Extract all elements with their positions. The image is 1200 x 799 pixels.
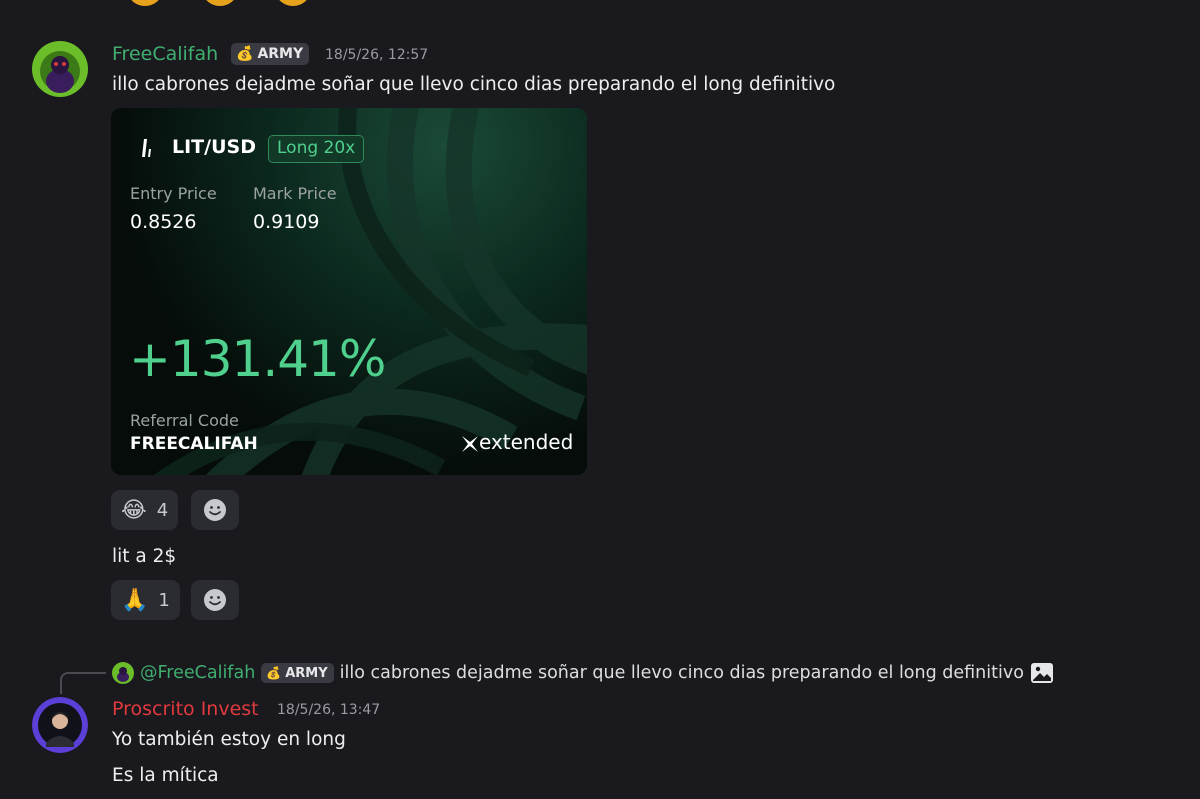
- referral-code: FREECALIFAH: [130, 434, 258, 454]
- role-tag-label: ARMY: [257, 46, 304, 62]
- entry-price-label: Entry Price: [130, 184, 217, 203]
- referral-label: Referral Code: [130, 411, 239, 430]
- position-badge: Long 20x: [268, 135, 365, 163]
- role-tag[interactable]: 💰 ARMY: [231, 43, 310, 65]
- reply-preview[interactable]: @FreeCalifah 💰 ARMY illo cabrones dejadm…: [112, 662, 1054, 684]
- reply-connector: [60, 672, 106, 694]
- emoji-icon: [203, 0, 237, 6]
- smiley-icon: [204, 499, 226, 521]
- add-reaction-button[interactable]: [191, 580, 239, 620]
- message-text: illo cabrones dejadme soñar que llevo ci…: [112, 74, 836, 95]
- reaction-button[interactable]: 😂 4: [111, 490, 179, 530]
- pnl-percentage: +131.41%: [129, 330, 386, 388]
- lighter-logo-icon: [142, 139, 151, 157]
- role-tag: 💰 ARMY: [261, 663, 334, 683]
- reaction-emoji: 🙏: [121, 587, 149, 613]
- smiley-icon: [204, 589, 226, 611]
- money-bag-icon: 💰: [266, 666, 282, 680]
- mark-price-value: 0.9109: [253, 211, 320, 233]
- reply-text: illo cabrones dejadme soñar que llevo ci…: [339, 663, 1024, 683]
- trading-pair: LIT/USD: [172, 136, 256, 158]
- image-icon: [1030, 663, 1053, 683]
- timestamp: 18/5/26, 12:57: [325, 47, 429, 63]
- reaction-button[interactable]: 🙏 1: [111, 580, 180, 620]
- reply-mention[interactable]: @FreeCalifah: [140, 663, 255, 683]
- avatar[interactable]: [32, 41, 88, 97]
- message-text: Yo también estoy en long: [112, 729, 346, 750]
- reply-avatar: [112, 662, 134, 684]
- money-bag-icon: 💰: [236, 46, 254, 62]
- avatar[interactable]: [32, 697, 88, 753]
- image-attachment[interactable]: LIT/USD Long 20x Entry Price 0.8526 Mark…: [111, 108, 587, 475]
- message-text: lit a 2$: [112, 546, 177, 567]
- emoji-icon: [276, 0, 310, 6]
- message-text: Es la mítica: [112, 765, 219, 786]
- emoji-icon: [128, 0, 162, 6]
- mark-price-label: Mark Price: [253, 184, 337, 203]
- timestamp: 18/5/26, 13:47: [277, 702, 381, 718]
- author-name[interactable]: FreeCalifah: [112, 43, 218, 65]
- reaction-count: 1: [158, 589, 170, 611]
- role-tag-label: ARMY: [285, 665, 328, 681]
- reaction-count: 4: [156, 499, 169, 521]
- brand-name: extended: [479, 430, 574, 454]
- previous-message-reactions: [0, 0, 1200, 8]
- reaction-emoji: 😂: [121, 497, 147, 523]
- extended-logo-icon: [462, 436, 478, 452]
- author-name[interactable]: Proscrito Invest: [112, 698, 259, 720]
- entry-price-value: 0.8526: [130, 211, 197, 233]
- add-reaction-button[interactable]: [191, 490, 239, 530]
